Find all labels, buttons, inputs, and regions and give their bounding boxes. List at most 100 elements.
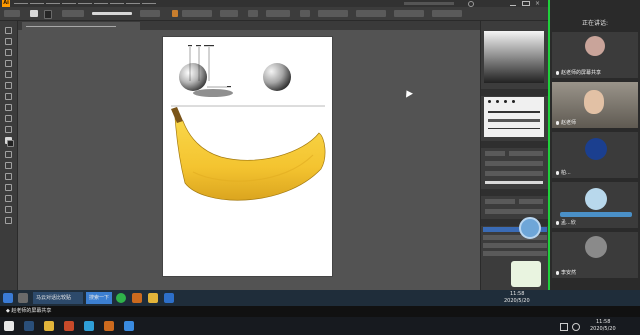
mic-icon	[556, 120, 559, 125]
right-panels	[480, 21, 548, 290]
menu-item[interactable]	[62, 0, 76, 7]
minimize-icon[interactable]	[510, 1, 516, 6]
line-tool-icon[interactable]	[5, 82, 12, 89]
eyedropper-tool-icon[interactable]	[5, 195, 12, 202]
windows-start-icon[interactable]	[4, 321, 14, 331]
opacity-field[interactable]	[182, 10, 212, 17]
stroke-swatch[interactable]	[44, 10, 52, 19]
paintbrush-tool-icon[interactable]	[5, 104, 12, 111]
style-dropdown[interactable]	[220, 10, 238, 17]
search-button-label: 搜索一下	[89, 295, 110, 301]
mic-icon	[556, 220, 559, 225]
menu-item[interactable]	[30, 0, 44, 7]
zoom-tool-icon[interactable]	[5, 217, 12, 224]
meeting-icon[interactable]	[124, 321, 134, 331]
document-tab[interactable]	[22, 22, 140, 30]
workspace-switcher[interactable]	[404, 2, 454, 5]
rectangle-tool-icon[interactable]	[5, 93, 12, 100]
participant-tile[interactable]: 李安然	[552, 232, 638, 278]
artboard[interactable]	[163, 37, 332, 276]
close-icon[interactable]: ×	[535, 1, 541, 7]
opacity-value-row[interactable]	[519, 199, 543, 204]
layer-row[interactable]	[483, 243, 547, 248]
status-strip: ◆ 赵老师的屏幕共享	[0, 306, 640, 317]
width-field[interactable]	[394, 10, 424, 17]
stroke-corner-row[interactable]	[485, 161, 543, 166]
illustrator-taskbar-icon[interactable]	[132, 293, 142, 303]
share-label: ◆ 赵老师的屏幕共享	[6, 308, 52, 314]
mic-icon	[556, 70, 559, 75]
gradient-tool-icon[interactable]	[5, 184, 12, 191]
stroke-weight-dropdown[interactable]	[62, 10, 84, 17]
search-button[interactable]: 搜索一下	[86, 292, 112, 304]
stroke-cap-row[interactable]	[509, 151, 543, 156]
participant-tile-video[interactable]: 赵老师	[552, 82, 638, 128]
free-transform-tool-icon[interactable]	[5, 162, 12, 169]
width-tool-icon[interactable]	[5, 151, 12, 158]
meeting-app-icon[interactable]	[164, 293, 174, 303]
illustrator-icon[interactable]	[104, 321, 114, 331]
transparency-panel-header	[481, 189, 548, 196]
hand-tool-icon[interactable]	[5, 206, 12, 213]
app-icon[interactable]	[84, 321, 94, 331]
height-field[interactable]	[432, 10, 462, 17]
reaction-bar[interactable]	[560, 212, 632, 217]
brush-definition-dropdown[interactable]	[140, 10, 160, 17]
participant-name: 柏...	[556, 169, 571, 176]
tools-panel	[0, 21, 18, 290]
app-button[interactable]: 马云对话比较贴	[33, 292, 83, 304]
illustrator-logo: Ai	[2, 0, 10, 7]
blend-mode-row[interactable]	[485, 199, 515, 204]
maximize-icon[interactable]	[522, 1, 530, 6]
align-control[interactable]	[266, 10, 290, 17]
transform-button[interactable]	[300, 10, 310, 17]
menu-item[interactable]	[94, 0, 108, 7]
participant-name: 孟...欣	[556, 219, 576, 226]
sphere-shaded	[263, 63, 291, 91]
menu-item[interactable]	[46, 0, 60, 7]
participant-tile[interactable]: 柏...	[552, 132, 638, 178]
fill-swatch[interactable]	[30, 10, 38, 17]
pencil-tool-icon[interactable]	[5, 115, 12, 122]
layer-row[interactable]	[483, 251, 547, 256]
banana-illustration	[171, 107, 326, 201]
stroke-panel-header	[481, 141, 548, 148]
stroke-align-row[interactable]	[485, 171, 543, 176]
opacity-slider[interactable]	[485, 181, 543, 184]
shape-builder-tool-icon[interactable]	[5, 173, 12, 180]
participant-tile[interactable]: 赵老师的屏幕共享	[552, 32, 638, 78]
variable-width-profile[interactable]	[92, 12, 132, 15]
mask-row[interactable]	[485, 209, 543, 214]
rotate-tool-icon[interactable]	[5, 126, 12, 133]
menu-item[interactable]	[142, 0, 156, 7]
participant-tile[interactable]: 孟...欣	[552, 182, 638, 228]
direct-selection-tool-icon[interactable]	[5, 38, 12, 45]
explorer-icon[interactable]	[44, 321, 54, 331]
stroke-weight-row[interactable]	[485, 151, 505, 156]
network-icon[interactable]	[560, 323, 568, 331]
start-icon[interactable]	[3, 293, 13, 303]
opacity-icon[interactable]	[172, 10, 178, 17]
app-icon[interactable]	[64, 321, 74, 331]
folder-icon[interactable]	[148, 293, 158, 303]
magic-wand-tool-icon[interactable]	[5, 49, 12, 56]
stroke-color-icon[interactable]	[7, 140, 14, 147]
mic-icon	[556, 170, 559, 175]
y-field[interactable]	[356, 10, 386, 17]
type-tool-icon[interactable]	[5, 71, 12, 78]
menu-item[interactable]	[78, 0, 92, 7]
brushes-panel	[484, 97, 544, 137]
taskbar-date: 2020/5/20	[504, 298, 530, 304]
recolor-button[interactable]	[248, 10, 258, 17]
task-view-icon[interactable]	[18, 293, 28, 303]
x-field[interactable]	[318, 10, 348, 17]
menu-item[interactable]	[110, 0, 124, 7]
wechat-icon[interactable]	[116, 293, 126, 303]
edge-icon[interactable]	[24, 321, 34, 331]
menu-item[interactable]	[14, 0, 28, 7]
menu-item[interactable]	[126, 0, 140, 7]
volume-icon[interactable]	[572, 323, 580, 331]
app-button-label: 马云对话比较贴	[36, 295, 72, 301]
selection-tool-icon[interactable]	[5, 27, 12, 34]
pen-tool-icon[interactable]	[5, 60, 12, 67]
